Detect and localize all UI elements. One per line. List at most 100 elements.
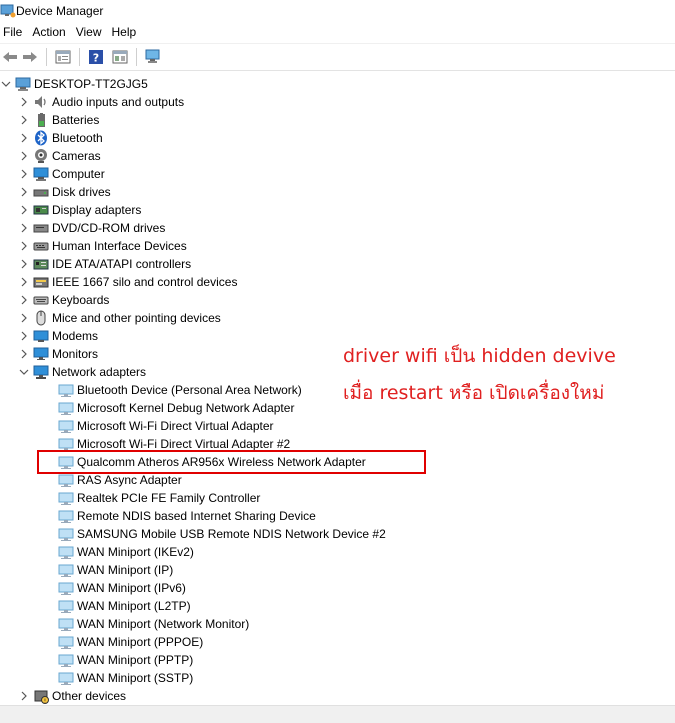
tree-row-adapter-9[interactable]: WAN Miniport (IKEv2) — [55, 543, 194, 561]
tree-row-category-1[interactable]: Batteries — [18, 111, 99, 129]
tree-label: Keyboards — [52, 293, 110, 307]
chevron-right-icon[interactable] — [18, 345, 30, 363]
network-adapter-icon — [33, 364, 49, 380]
scan-hardware-icon[interactable] — [143, 47, 163, 67]
chevron-right-icon[interactable] — [18, 237, 30, 255]
chevron-right-icon[interactable] — [18, 165, 30, 183]
tree-row-adapter-6[interactable]: Realtek PCIe FE Family Controller — [55, 489, 260, 507]
help-icon[interactable]: ? — [86, 47, 106, 67]
chevron-right-icon[interactable] — [18, 183, 30, 201]
menu-view[interactable]: View — [72, 22, 108, 43]
tree-row-category-12[interactable]: Mice and other pointing devices — [18, 309, 221, 327]
tree-row-adapter-12[interactable]: WAN Miniport (L2TP) — [55, 597, 191, 615]
toolbar-separator — [79, 48, 80, 66]
network-adapter-icon — [58, 544, 74, 560]
view-icon[interactable] — [110, 47, 130, 67]
tree-label: DESKTOP-TT2GJG5 — [34, 77, 148, 91]
tree-row-category-9[interactable]: IDE ATA/ATAPI controllers — [18, 255, 191, 273]
network-adapter-icon — [58, 418, 74, 434]
chevron-right-icon[interactable] — [18, 291, 30, 309]
tree-row-root[interactable]: DESKTOP-TT2GJG5 — [0, 75, 148, 93]
chevron-right-icon[interactable] — [18, 147, 30, 165]
tree-row-adapter-7[interactable]: Remote NDIS based Internet Sharing Devic… — [55, 507, 316, 525]
tree-row-adapter-16[interactable]: WAN Miniport (SSTP) — [55, 669, 193, 687]
menu-file[interactable]: File — [0, 22, 28, 43]
tree-label: SAMSUNG Mobile USB Remote NDIS Network D… — [77, 527, 386, 541]
chevron-right-icon[interactable] — [18, 309, 30, 327]
network-adapter-icon — [58, 526, 74, 542]
tree-row-category-13[interactable]: Modems — [18, 327, 98, 345]
back-icon[interactable] — [0, 47, 20, 67]
tree-label: Computer — [52, 167, 105, 181]
tree-row-adapter-11[interactable]: WAN Miniport (IPv6) — [55, 579, 186, 597]
chevron-right-icon[interactable] — [18, 129, 30, 147]
horizontal-scrollbar[interactable] — [0, 705, 675, 723]
toolbar-separator — [46, 48, 47, 66]
chevron-right-icon[interactable] — [18, 93, 30, 111]
tree-row-adapter-2[interactable]: Microsoft Wi-Fi Direct Virtual Adapter — [55, 417, 274, 435]
hid-icon — [33, 238, 49, 254]
chevron-right-icon[interactable] — [18, 111, 30, 129]
tree-label: Monitors — [52, 347, 99, 361]
svg-text:!: ! — [44, 698, 46, 704]
menu-bar: File Action View Help — [0, 22, 675, 43]
chevron-right-icon[interactable] — [18, 201, 30, 219]
tree-row-adapter-8[interactable]: SAMSUNG Mobile USB Remote NDIS Network D… — [55, 525, 386, 543]
network-adapter-icon — [58, 652, 74, 668]
tree-row-category-2[interactable]: Bluetooth — [18, 129, 103, 147]
properties-icon[interactable] — [53, 47, 73, 67]
chevron-down-icon[interactable] — [0, 75, 12, 93]
forward-icon[interactable] — [20, 47, 40, 67]
tree-label: Network adapters — [52, 365, 147, 379]
tree-row-adapter-0[interactable]: Bluetooth Device (Personal Area Network) — [55, 381, 302, 399]
chevron-right-icon[interactable] — [18, 327, 30, 345]
tree-row-adapter-10[interactable]: WAN Miniport (IP) — [55, 561, 173, 579]
tree-row-adapter-13[interactable]: WAN Miniport (Network Monitor) — [55, 615, 249, 633]
tree-label: Microsoft Kernel Debug Network Adapter — [77, 401, 295, 415]
tree-label: WAN Miniport (PPTP) — [77, 653, 194, 667]
menu-help[interactable]: Help — [108, 22, 143, 43]
tree-row-category-14[interactable]: Monitors — [18, 345, 98, 363]
computer-icon — [33, 166, 49, 182]
camera-icon — [33, 148, 49, 164]
tree-row-adapter-15[interactable]: WAN Miniport (PPTP) — [55, 651, 193, 669]
tree-row-category-6[interactable]: Display adapters — [18, 201, 141, 219]
network-adapter-icon — [58, 580, 74, 596]
highlight-box — [37, 450, 426, 474]
network-adapter-icon — [58, 616, 74, 632]
tree-row-category-0[interactable]: Audio inputs and outputs — [18, 93, 184, 111]
tree-row-category-4[interactable]: Computer — [18, 165, 105, 183]
tree-row-category-5[interactable]: Disk drives — [18, 183, 111, 201]
tree-label: Cameras — [52, 149, 101, 163]
display-adapter-icon — [33, 202, 49, 218]
chevron-right-icon[interactable] — [18, 273, 30, 291]
svg-text:?: ? — [93, 52, 99, 65]
tree-row-category-7[interactable]: DVD/CD-ROM drives — [18, 219, 165, 237]
tree-row-other-devices[interactable]: ! Other devices — [18, 687, 126, 705]
tree-label: Batteries — [52, 113, 100, 127]
tree-label: RAS Async Adapter — [77, 473, 182, 487]
tree-label: Microsoft Wi-Fi Direct Virtual Adapter #… — [77, 437, 291, 451]
chevron-right-icon[interactable] — [18, 255, 30, 273]
chevron-right-icon[interactable] — [18, 219, 30, 237]
tree-row-adapter-14[interactable]: WAN Miniport (PPPOE) — [55, 633, 203, 651]
menu-action[interactable]: Action — [28, 22, 71, 43]
tree-label: Remote NDIS based Internet Sharing Devic… — [77, 509, 316, 523]
window-title: Device Manager — [16, 4, 104, 18]
tree-row-category-8[interactable]: Human Interface Devices — [18, 237, 187, 255]
ide-controller-icon — [33, 256, 49, 272]
tree-row-category-10[interactable]: IEEE 1667 silo and control devices — [18, 273, 237, 291]
tree-label: WAN Miniport (Network Monitor) — [77, 617, 250, 631]
chevron-right-icon[interactable] — [18, 687, 30, 705]
network-adapter-icon — [58, 598, 74, 614]
title-bar: Device Manager — [0, 0, 675, 22]
tree-row-category-11[interactable]: Keyboards — [18, 291, 109, 309]
chevron-down-icon[interactable] — [18, 363, 30, 381]
tree-row-adapter-1[interactable]: Microsoft Kernel Debug Network Adapter — [55, 399, 294, 417]
computer-icon — [15, 76, 31, 92]
tree-row-category-3[interactable]: Cameras — [18, 147, 101, 165]
tree-label: Human Interface Devices — [52, 239, 187, 253]
tree-row-category-15[interactable]: Network adapters — [18, 363, 146, 381]
tree-label: Bluetooth Device (Personal Area Network) — [77, 383, 302, 397]
device-manager-app-icon — [0, 4, 16, 18]
